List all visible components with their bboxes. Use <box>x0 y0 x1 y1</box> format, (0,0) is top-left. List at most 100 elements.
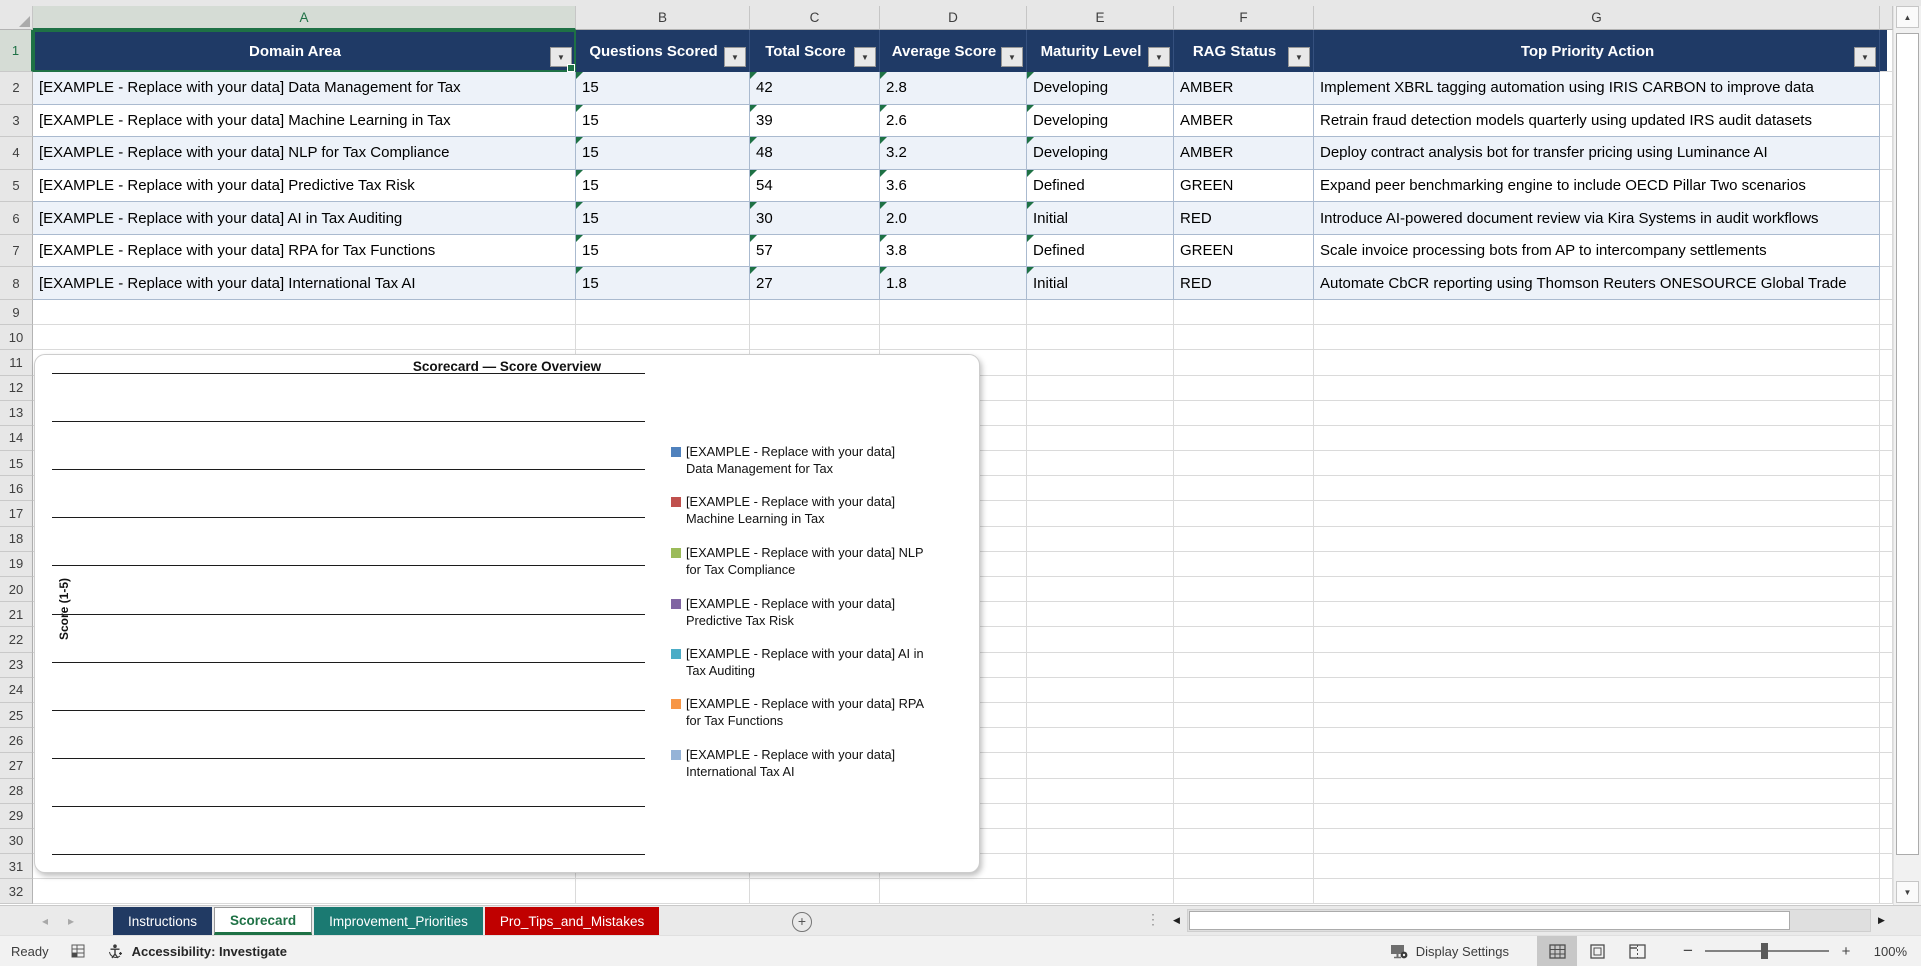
cell-g28[interactable] <box>1314 778 1880 804</box>
table-header-cell-a1[interactable]: Domain Area ▼ <box>33 30 576 72</box>
cell-e6[interactable]: Initial <box>1027 202 1174 235</box>
cell-f13[interactable] <box>1174 400 1314 426</box>
cell-b2[interactable]: 15 <box>576 72 750 105</box>
cell-f30[interactable] <box>1174 828 1314 855</box>
cell-sliver-5[interactable] <box>1880 169 1893 203</box>
cell-a32[interactable] <box>33 879 576 905</box>
cell-g30[interactable] <box>1314 828 1880 855</box>
cell-e3[interactable]: Developing <box>1027 104 1174 138</box>
cell-sliver-17[interactable] <box>1880 501 1893 527</box>
cell-f31[interactable] <box>1174 854 1314 880</box>
cell-sliver-10[interactable] <box>1880 325 1893 351</box>
cell-sliver-18[interactable] <box>1880 526 1893 552</box>
legend-item[interactable]: [EXAMPLE - Replace with your data] NLP f… <box>671 544 924 578</box>
cell-g2[interactable]: Implement XBRL tagging automation using … <box>1314 72 1880 105</box>
cell-c2[interactable]: 42 <box>750 72 880 105</box>
cell-g15[interactable] <box>1314 451 1880 477</box>
table-header-cell-g1[interactable]: Top Priority Action ▼ <box>1314 30 1880 72</box>
cell-g16[interactable] <box>1314 476 1880 502</box>
cell-sliver-13[interactable] <box>1880 400 1893 426</box>
row-header-16[interactable]: 16 <box>0 476 33 502</box>
cell-d7[interactable]: 3.8 <box>880 234 1027 268</box>
cell-b10[interactable] <box>576 325 750 351</box>
cell-a5[interactable]: [EXAMPLE - Replace with your data] Predi… <box>33 169 576 203</box>
legend-item[interactable]: [EXAMPLE - Replace with your data] RPA f… <box>671 695 924 729</box>
horizontal-scrollbar[interactable]: ◀ ▶ <box>1166 909 1892 932</box>
cell-g22[interactable] <box>1314 627 1880 653</box>
row-header-12[interactable]: 12 <box>0 375 33 401</box>
row-header-25[interactable]: 25 <box>0 702 33 729</box>
cell-c6[interactable]: 30 <box>750 202 880 235</box>
legend-item[interactable]: [EXAMPLE - Replace with your data] Data … <box>671 443 924 477</box>
cell-a9[interactable] <box>33 299 576 326</box>
cell-sliver-19[interactable] <box>1880 551 1893 577</box>
row-header-9[interactable]: 9 <box>0 299 33 326</box>
cell-f9[interactable] <box>1174 299 1314 326</box>
zoom-slider-handle[interactable] <box>1761 943 1768 959</box>
cell-sliver-11[interactable] <box>1880 350 1893 376</box>
cell-c32[interactable] <box>750 879 880 905</box>
row-header-14[interactable]: 14 <box>0 425 33 452</box>
row-header-28[interactable]: 28 <box>0 778 33 804</box>
cell-sliver-21[interactable] <box>1880 602 1893 628</box>
cell-a7[interactable]: [EXAMPLE - Replace with your data] RPA f… <box>33 234 576 268</box>
new-sheet-button[interactable]: + <box>792 912 812 932</box>
horizontal-scrollbar-track[interactable] <box>1187 909 1871 932</box>
cell-e13[interactable] <box>1027 400 1174 426</box>
cell-g19[interactable] <box>1314 551 1880 577</box>
cell-sliver-16[interactable] <box>1880 476 1893 502</box>
cell-g12[interactable] <box>1314 375 1880 401</box>
filter-button-maturity-level[interactable]: ▼ <box>1148 47 1170 67</box>
cell-sliver-15[interactable] <box>1880 451 1893 477</box>
selection-fill-handle[interactable] <box>567 64 575 72</box>
cell-f19[interactable] <box>1174 551 1314 577</box>
cell-f8[interactable]: RED <box>1174 267 1314 300</box>
cell-b4[interactable]: 15 <box>576 137 750 170</box>
cell-g20[interactable] <box>1314 577 1880 603</box>
cell-e4[interactable]: Developing <box>1027 137 1174 170</box>
cell-f14[interactable] <box>1174 425 1314 452</box>
cell-e5[interactable]: Defined <box>1027 169 1174 203</box>
zoom-slider[interactable] <box>1705 943 1829 959</box>
cell-e8[interactable]: Initial <box>1027 267 1174 300</box>
cell-f17[interactable] <box>1174 501 1314 527</box>
table-header-cell-d1[interactable]: Average Score ▼ <box>880 30 1027 72</box>
column-header-c[interactable]: C <box>750 6 880 30</box>
cell-f5[interactable]: GREEN <box>1174 169 1314 203</box>
scroll-right-button[interactable]: ▶ <box>1871 909 1892 932</box>
column-header-b[interactable]: B <box>576 6 750 30</box>
cell-f11[interactable] <box>1174 350 1314 376</box>
cell-sliver-2[interactable] <box>1880 72 1893 105</box>
row-header-6[interactable]: 6 <box>0 202 33 235</box>
cell-g4[interactable]: Deploy contract analysis bot for transfe… <box>1314 137 1880 170</box>
cell-f27[interactable] <box>1174 753 1314 779</box>
view-page-layout-button[interactable] <box>1577 936 1617 966</box>
cell-e11[interactable] <box>1027 350 1174 376</box>
row-header-11[interactable]: 11 <box>0 350 33 376</box>
view-page-break-preview-button[interactable] <box>1617 936 1657 966</box>
cell-g25[interactable] <box>1314 702 1880 729</box>
row-header-24[interactable]: 24 <box>0 677 33 703</box>
view-normal-button[interactable] <box>1537 936 1577 966</box>
cell-g24[interactable] <box>1314 677 1880 703</box>
row-header-18[interactable]: 18 <box>0 526 33 552</box>
filter-button-top-priority-action[interactable]: ▼ <box>1854 47 1876 67</box>
zoom-out-button[interactable]: − <box>1679 941 1697 961</box>
cell-e25[interactable] <box>1027 702 1174 729</box>
cell-e32[interactable] <box>1027 879 1174 905</box>
cell-a6[interactable]: [EXAMPLE - Replace with your data] AI in… <box>33 202 576 235</box>
cell-c9[interactable] <box>750 299 880 326</box>
cell-g31[interactable] <box>1314 854 1880 880</box>
row-header-7[interactable]: 7 <box>0 234 33 268</box>
vertical-scrollbar-thumb[interactable] <box>1896 33 1919 855</box>
filter-button-questions-scored[interactable]: ▼ <box>724 47 746 67</box>
cell-sliver-29[interactable] <box>1880 803 1893 829</box>
cell-g3[interactable]: Retrain fraud detection models quarterly… <box>1314 104 1880 138</box>
cell-f15[interactable] <box>1174 451 1314 477</box>
cell-e16[interactable] <box>1027 476 1174 502</box>
row-header-32[interactable]: 32 <box>0 879 33 905</box>
cell-e14[interactable] <box>1027 425 1174 452</box>
tab-instructions[interactable]: Instructions <box>113 907 213 935</box>
cell-b5[interactable]: 15 <box>576 169 750 203</box>
cell-e7[interactable]: Defined <box>1027 234 1174 268</box>
